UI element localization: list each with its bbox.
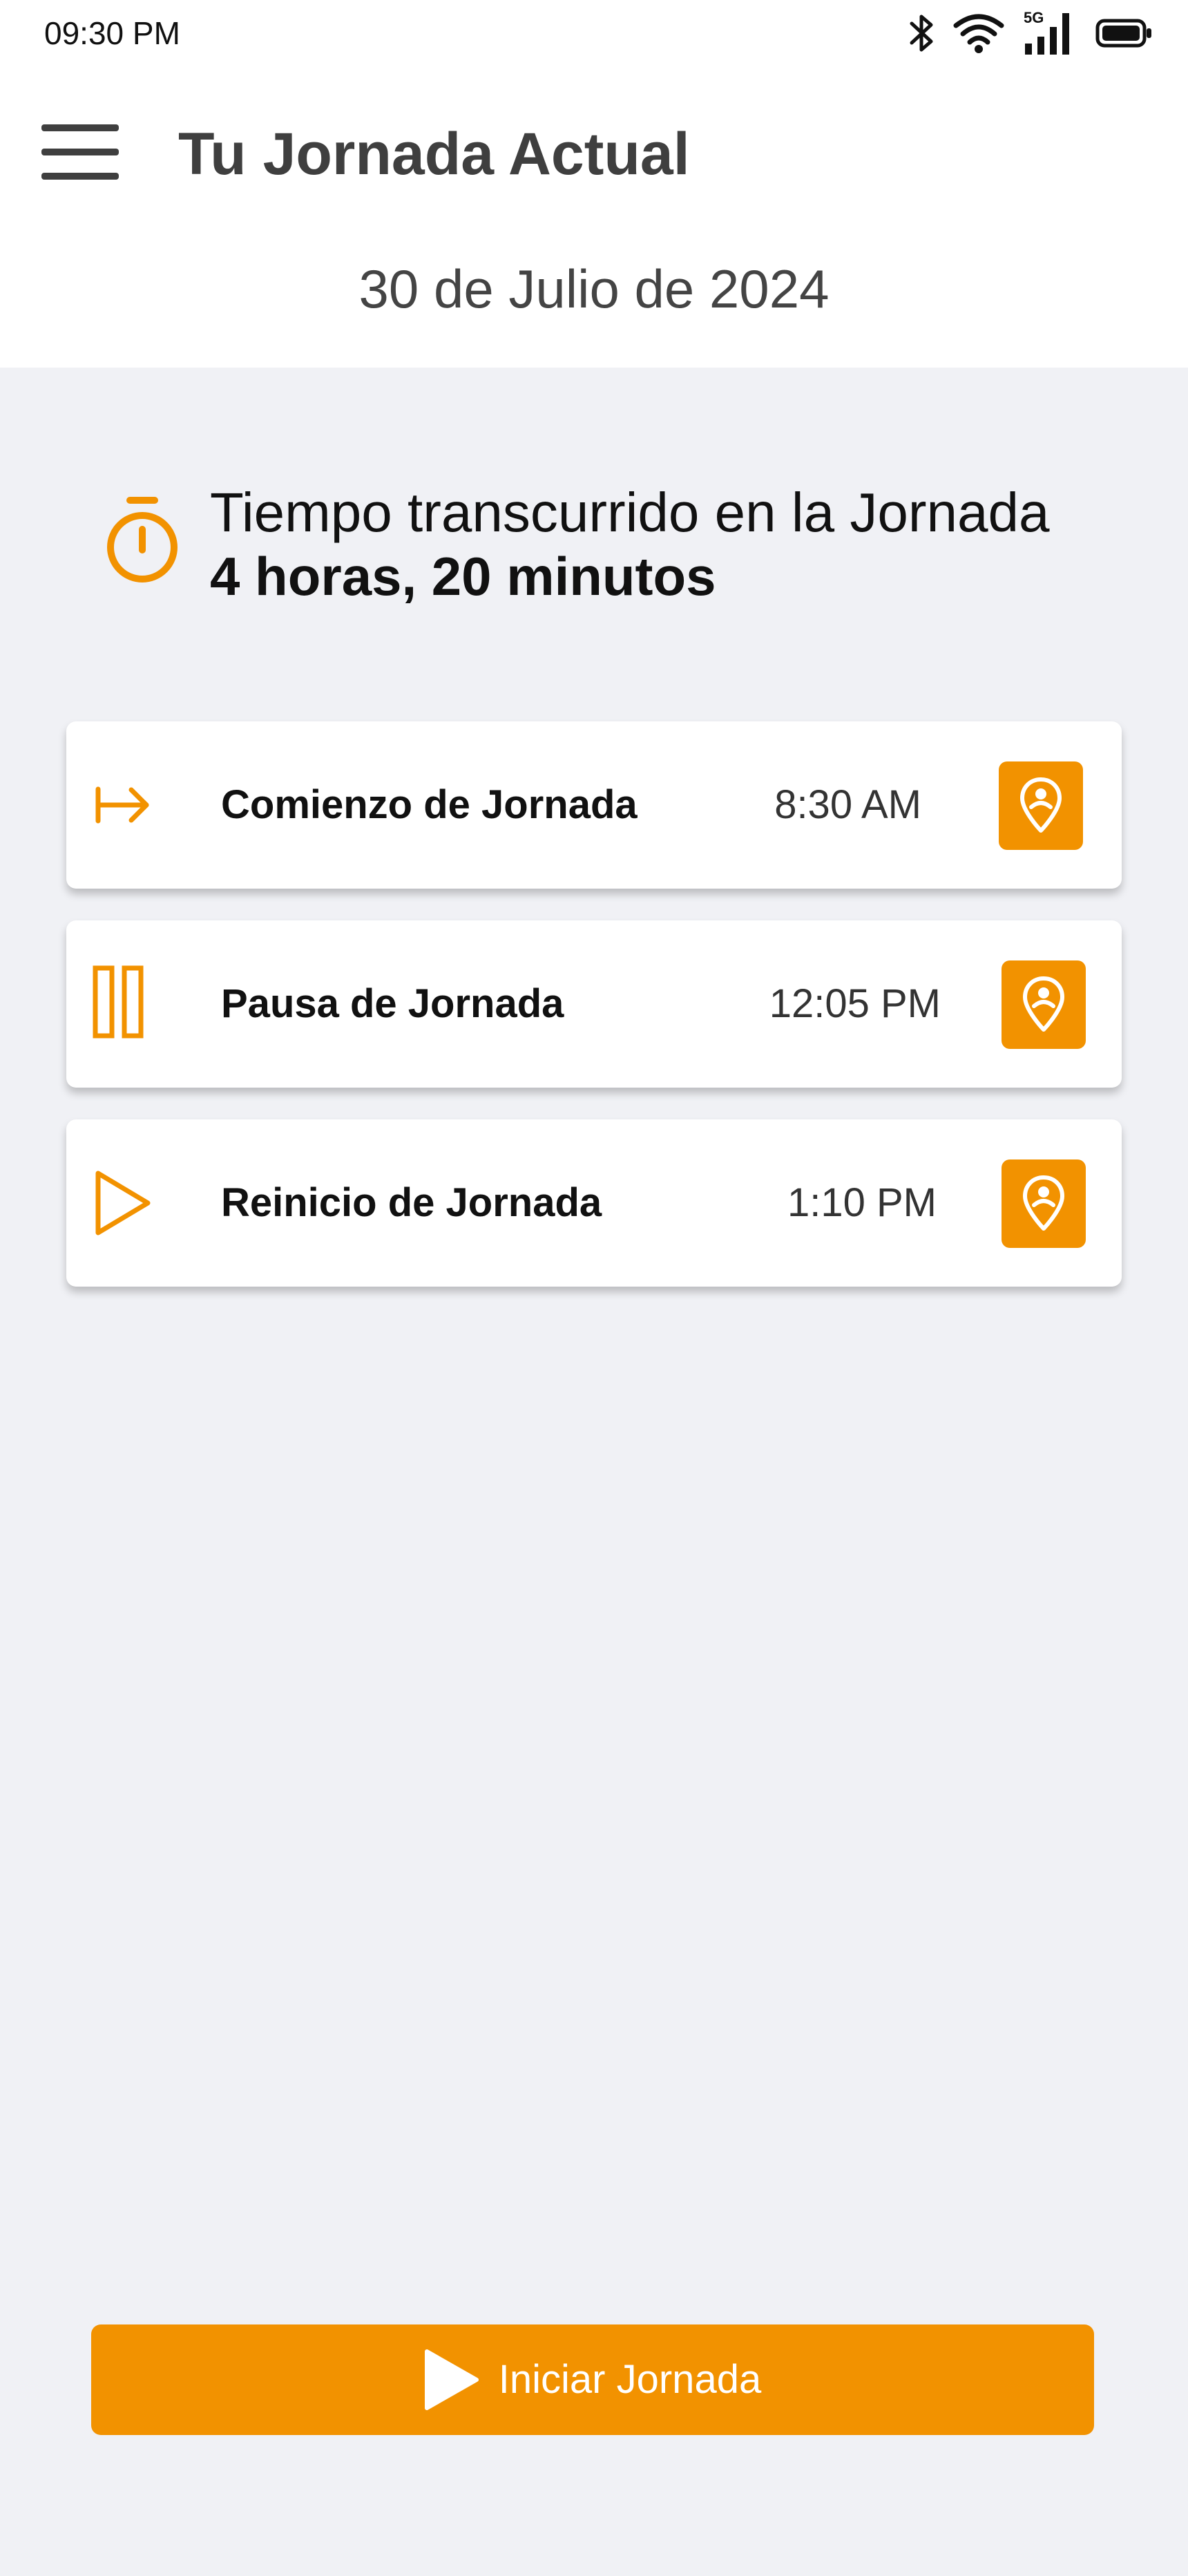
- bluetooth-icon: [909, 12, 935, 54]
- battery-icon: [1095, 17, 1153, 50]
- location-pin-icon: [1020, 777, 1062, 833]
- play-icon: [93, 1162, 162, 1244]
- start-shift-label: Iniciar Jornada: [498, 2357, 762, 2402]
- page-title: Tu Jornada Actual: [178, 121, 690, 187]
- pause-icon: [93, 963, 162, 1045]
- location-pin-icon: [1023, 1175, 1064, 1231]
- location-pin-icon: [1023, 976, 1064, 1032]
- current-date: 30 de Julio de 2024: [358, 258, 830, 319]
- elapsed-value: 4 horas, 20 minutos: [210, 546, 716, 607]
- elapsed-label: Tiempo transcurrido en la Jornada: [210, 482, 1050, 543]
- wifi-icon: [953, 12, 1004, 55]
- event-time: 1:10 PM: [787, 1180, 937, 1225]
- stopwatch-icon: [104, 495, 181, 586]
- location-button[interactable]: [1002, 1159, 1086, 1248]
- location-button[interactable]: [999, 761, 1083, 850]
- event-time: 12:05 PM: [769, 981, 941, 1026]
- play-icon: [424, 2349, 479, 2410]
- hamburger-menu-icon[interactable]: [41, 124, 119, 180]
- event-card-resume: Reinicio de Jornada 1:10 PM: [66, 1119, 1122, 1287]
- start-shift-button[interactable]: Iniciar Jornada: [91, 2324, 1094, 2435]
- status-time: 09:30 PM: [44, 15, 180, 51]
- signal-icon: 5G: [1022, 9, 1077, 56]
- event-card-pause: Pausa de Jornada 12:05 PM: [66, 920, 1122, 1088]
- arrow-right-to-bar-icon: [93, 764, 162, 846]
- status-icons: 5G: [909, 9, 1153, 57]
- event-label: Reinicio de Jornada: [221, 1180, 602, 1225]
- network-type-label: 5G: [1024, 9, 1044, 26]
- event-label: Pausa de Jornada: [221, 981, 564, 1026]
- location-button[interactable]: [1002, 960, 1086, 1049]
- event-label: Comienzo de Jornada: [221, 782, 638, 827]
- event-time: 8:30 AM: [774, 782, 921, 827]
- event-card-start: Comienzo de Jornada 8:30 AM: [66, 721, 1122, 889]
